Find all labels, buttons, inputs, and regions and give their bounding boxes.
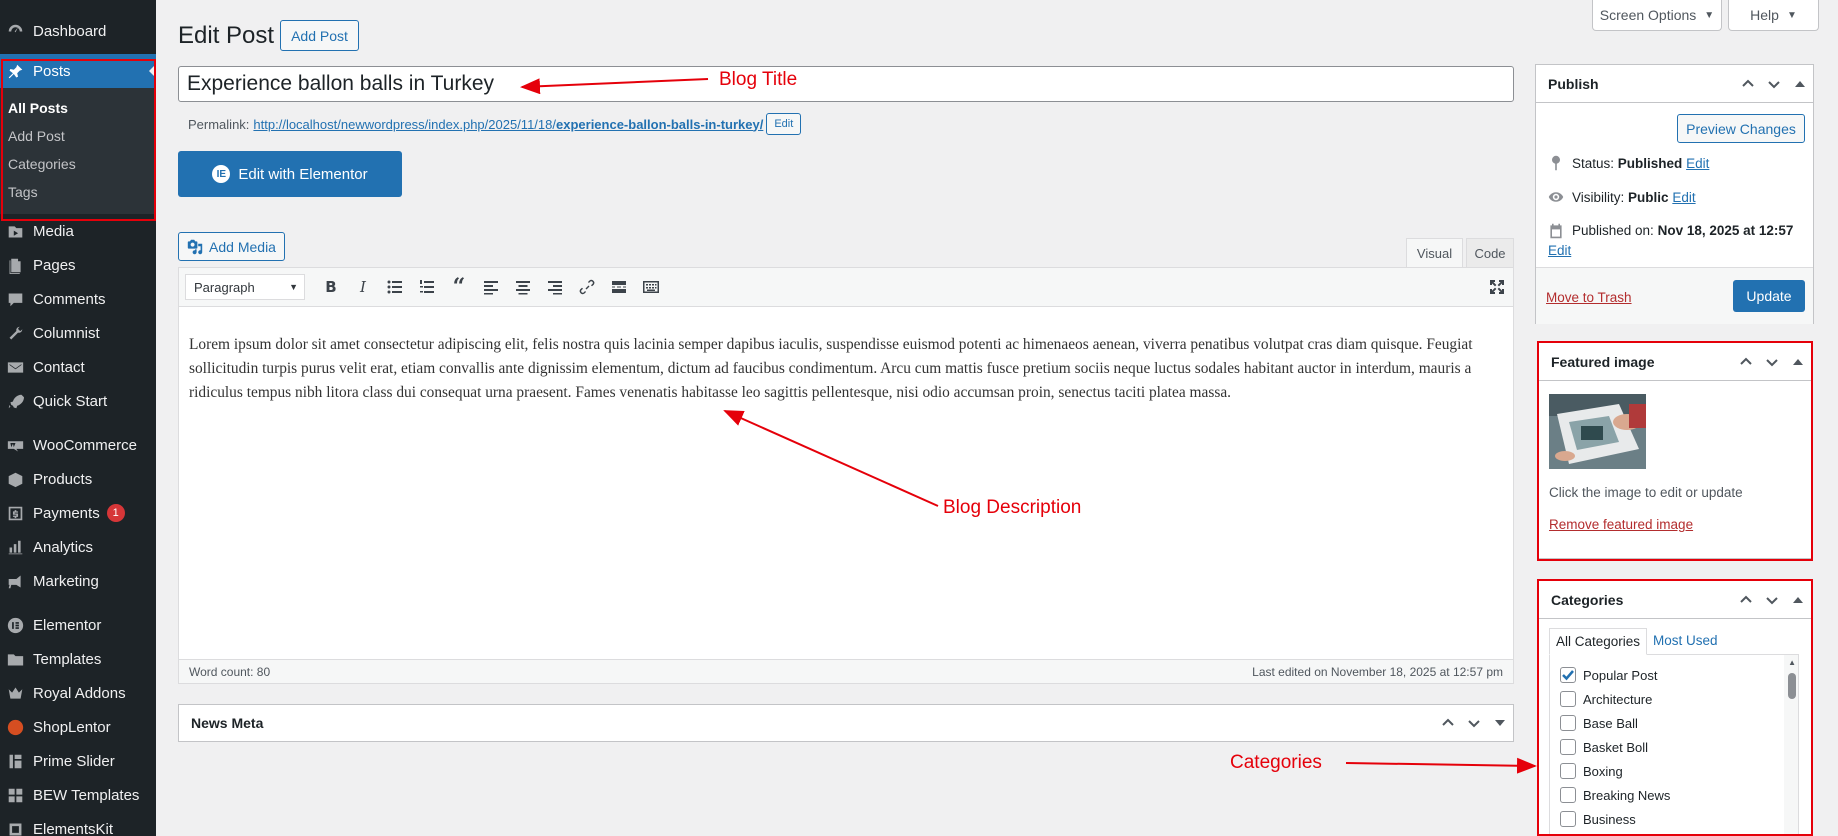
arrow-to-categories xyxy=(1345,757,1537,774)
annotation-categories: Categories xyxy=(1230,752,1322,773)
arrow-to-title xyxy=(520,78,709,95)
annotation-arrows xyxy=(520,78,1537,774)
arrow-to-description xyxy=(723,410,939,507)
annotation-blog-description: Blog Description xyxy=(943,497,1082,518)
annotation-blog-title: Blog Title xyxy=(719,69,798,90)
tab-all-categories[interactable]: All Categories xyxy=(1549,628,1647,655)
